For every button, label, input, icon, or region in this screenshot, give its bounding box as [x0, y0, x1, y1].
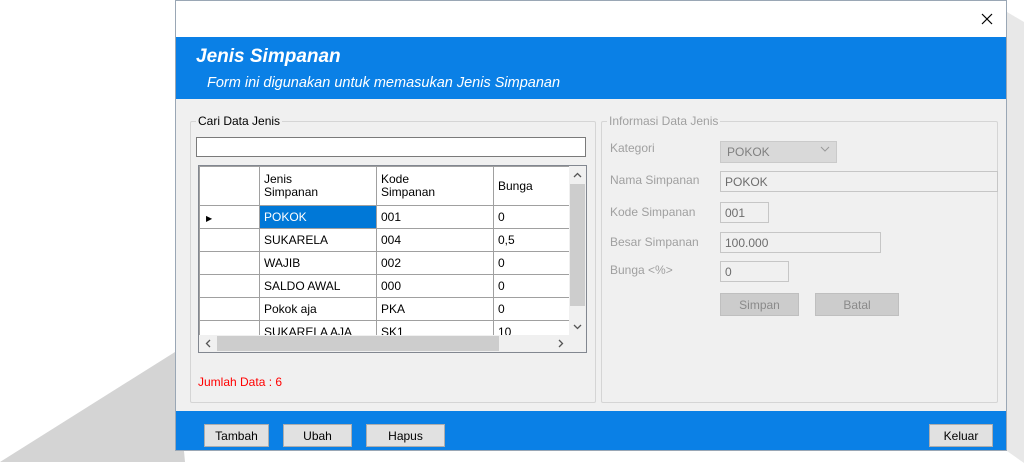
vertical-scroll-thumb[interactable]: [570, 184, 585, 306]
cell-jenis[interactable]: SALDO AWAL: [259, 274, 377, 298]
search-input[interactable]: [196, 137, 586, 157]
scroll-down-icon[interactable]: [569, 318, 586, 335]
table-row[interactable]: ▶ POKOK 001 0: [199, 205, 573, 229]
cell-kode[interactable]: PKA: [376, 297, 494, 321]
column-header-jenis[interactable]: Jenis Simpanan: [259, 166, 377, 206]
row-header[interactable]: [199, 297, 260, 321]
ubah-button[interactable]: Ubah: [283, 424, 352, 447]
horizontal-scroll-thumb[interactable]: [217, 336, 499, 351]
besar-simpanan-label: Besar Simpanan: [610, 235, 699, 249]
cell-jenis[interactable]: SUKARELA: [259, 228, 377, 252]
nama-simpanan-label: Nama Simpanan: [610, 173, 700, 187]
column-header-kode[interactable]: Kode Simpanan: [376, 166, 494, 206]
kode-simpanan-field[interactable]: 001: [720, 202, 769, 223]
column-header-bunga[interactable]: Bunga: [493, 166, 573, 206]
column-jenis-line2: Simpanan: [264, 185, 319, 199]
bunga-label: Bunga <%>: [610, 263, 673, 277]
scroll-left-icon[interactable]: [199, 335, 216, 352]
header-banner: Jenis Simpanan Form ini digunakan untuk …: [176, 37, 1006, 99]
table-row[interactable]: Pokok aja PKA 0: [199, 297, 573, 321]
cell-bunga[interactable]: 0: [493, 205, 573, 229]
besar-simpanan-field[interactable]: 100.000: [720, 232, 881, 253]
close-button[interactable]: [974, 7, 1000, 31]
info-group-label: Informasi Data Jenis: [607, 114, 721, 128]
record-count: Jumlah Data : 6: [198, 375, 283, 389]
page-title: Jenis Simpanan: [196, 46, 341, 67]
dialog-window: Jenis Simpanan Form ini digunakan untuk …: [175, 0, 1007, 451]
page-subtitle: Form ini digunakan untuk memasukan Jenis…: [207, 75, 561, 91]
info-group: Informasi Data Jenis: [601, 114, 998, 403]
cell-kode[interactable]: 002: [376, 251, 494, 275]
table-row[interactable]: WAJIB 002 0: [199, 251, 573, 275]
row-header[interactable]: [199, 228, 260, 252]
scroll-corner: [569, 335, 586, 352]
kode-simpanan-label: Kode Simpanan: [610, 205, 696, 219]
row-header[interactable]: ▶: [199, 205, 260, 229]
data-grid[interactable]: Jenis Simpanan Kode Simpanan Bunga ▶ POKOK…: [198, 165, 587, 353]
cell-bunga[interactable]: 0: [493, 251, 573, 275]
simpan-button[interactable]: Simpan: [720, 293, 799, 316]
kategori-select[interactable]: POKOK: [720, 141, 837, 163]
scroll-right-icon[interactable]: [552, 335, 569, 352]
cell-jenis[interactable]: POKOK: [259, 205, 377, 229]
cell-kode[interactable]: 001: [376, 205, 494, 229]
scroll-up-icon[interactable]: [569, 166, 586, 183]
cell-kode[interactable]: 004: [376, 228, 494, 252]
title-bar: [176, 1, 1006, 37]
row-header-corner: [199, 166, 260, 206]
cell-jenis[interactable]: Pokok aja: [259, 297, 377, 321]
batal-button[interactable]: Batal: [815, 293, 899, 316]
grid-table: Jenis Simpanan Kode Simpanan Bunga ▶ POKOK…: [199, 166, 573, 344]
table-row[interactable]: SUKARELA 004 0,5: [199, 228, 573, 252]
column-kode-line1: Kode: [381, 172, 410, 186]
cell-bunga[interactable]: 0: [493, 297, 573, 321]
vertical-scrollbar[interactable]: [569, 166, 586, 335]
footer-bar: Tambah Ubah Hapus Keluar: [176, 411, 1006, 450]
cell-jenis[interactable]: WAJIB: [259, 251, 377, 275]
kategori-value: POKOK: [727, 145, 770, 159]
kategori-label: Kategori: [610, 141, 655, 155]
search-group-label: Cari Data Jenis: [196, 114, 283, 128]
row-header[interactable]: [199, 251, 260, 275]
tambah-button[interactable]: Tambah: [204, 424, 269, 447]
chevron-down-icon: [820, 144, 830, 157]
hapus-button[interactable]: Hapus: [366, 424, 445, 447]
row-header[interactable]: [199, 274, 260, 298]
grid-header-row: Jenis Simpanan Kode Simpanan Bunga: [199, 166, 573, 206]
cell-kode[interactable]: 000: [376, 274, 494, 298]
current-row-icon: ▶: [206, 214, 213, 223]
column-bunga-label: Bunga: [498, 178, 533, 193]
column-jenis-line1: Jenis: [264, 172, 293, 186]
column-kode-line2: Simpanan: [381, 185, 436, 199]
close-icon: [981, 13, 993, 25]
cell-bunga[interactable]: 0: [493, 274, 573, 298]
horizontal-scrollbar[interactable]: [199, 335, 569, 352]
bunga-field[interactable]: 0: [720, 261, 789, 282]
cell-bunga[interactable]: 0,5: [493, 228, 573, 252]
keluar-button[interactable]: Keluar: [929, 424, 993, 447]
nama-simpanan-field[interactable]: POKOK: [720, 171, 998, 192]
table-row[interactable]: SALDO AWAL 000 0: [199, 274, 573, 298]
